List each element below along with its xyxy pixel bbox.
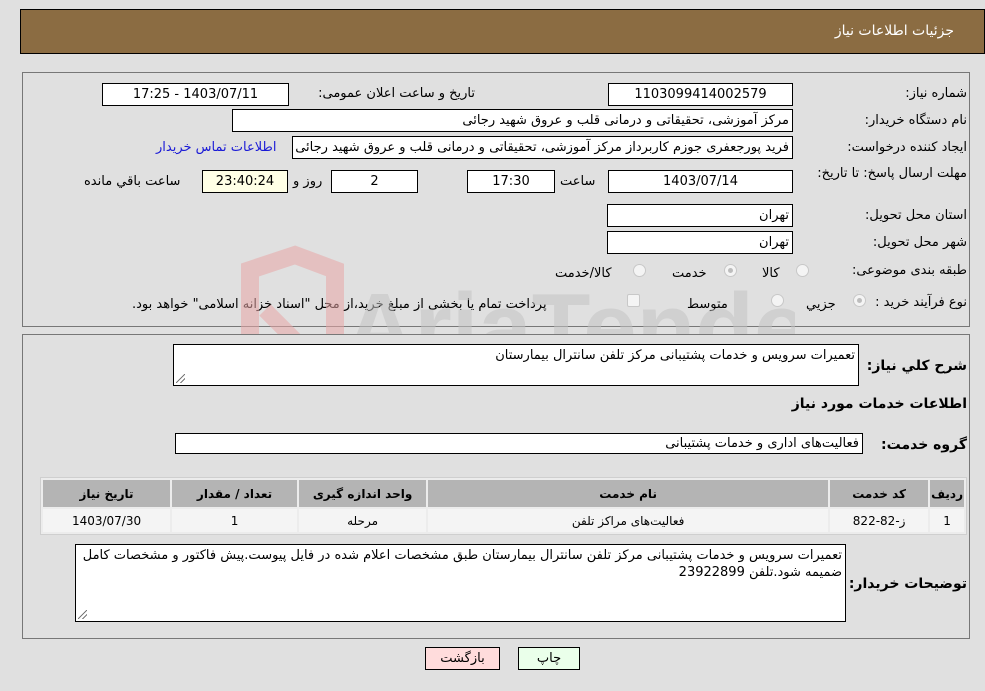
col-header-service-code: کد خدمت — [830, 480, 929, 507]
col-header-service-name: نام خدمت — [428, 480, 829, 507]
summary-textarea[interactable]: تعمیرات سرویس و خدمات پشتیبانی مرکز تلفن… — [173, 344, 859, 386]
purchase-option-minor: جزيي — [806, 297, 836, 312]
announce-datetime-field: 1403/07/11 - 17:25 — [102, 83, 289, 106]
deadline-date-field: 1403/07/14 — [608, 170, 793, 193]
requester-label: ایجاد کننده درخواست: — [847, 140, 967, 155]
days-remaining-field: 2 — [331, 170, 418, 193]
services-table: ردیف کد خدمت نام خدمت واحد اندازه گیری ت… — [40, 477, 967, 535]
treasury-checkbox-label: پرداخت تمام یا بخشی از مبلغ خرید،از محل … — [132, 297, 547, 312]
category-label: طبقه بندی موضوعی: — [851, 263, 967, 278]
back-button[interactable]: بازگشت — [425, 647, 500, 670]
need-number-field: 1103099414002579 — [608, 83, 793, 106]
table-row: 1 ز-82-822 فعالیت‌های مراکز تلفن مرحله 1… — [43, 509, 964, 532]
table-header-row: ردیف کد خدمت نام خدمت واحد اندازه گیری ت… — [43, 480, 964, 507]
cell-unit: مرحله — [299, 509, 427, 532]
page-title: جزئیات اطلاعات نیاز — [834, 23, 954, 39]
service-group-label: گروه خدمت: — [881, 437, 967, 453]
cell-service-code: ز-82-822 — [830, 509, 929, 532]
cell-service-name: فعالیت‌های مراکز تلفن — [428, 509, 829, 532]
cell-quantity: 1 — [172, 509, 298, 532]
category-radio-service[interactable] — [724, 264, 737, 277]
time-remaining-label: ساعت باقي مانده — [84, 174, 181, 189]
print-button[interactable]: چاپ — [518, 647, 580, 670]
purchase-option-medium: متوسط — [687, 297, 728, 312]
category-radio-goods-service[interactable] — [633, 264, 646, 277]
col-header-row-num: ردیف — [930, 480, 964, 507]
category-radio-goods[interactable] — [796, 264, 809, 277]
cell-need-date: 1403/07/30 — [43, 509, 171, 532]
province-label: استان محل تحویل: — [865, 208, 967, 223]
summary-label: شرح کلي نیاز: — [866, 358, 967, 374]
col-header-quantity: تعداد / مقدار — [172, 480, 298, 507]
days-label: روز و — [293, 174, 323, 189]
col-header-unit: واحد اندازه گیری — [299, 480, 427, 507]
buyer-notes-label: توضیحات خریدار: — [848, 576, 967, 592]
city-label: شهر محل تحویل: — [872, 235, 967, 250]
category-option-service: خدمت — [672, 266, 707, 281]
resize-grip-icon[interactable] — [78, 610, 87, 619]
page-header: جزئیات اطلاعات نیاز — [20, 9, 985, 54]
service-group-field: فعالیت‌های اداری و خدمات پشتیبانی — [175, 433, 863, 454]
cell-row-num: 1 — [930, 509, 964, 532]
treasury-checkbox[interactable] — [627, 294, 640, 307]
buyer-notes-textarea[interactable]: تعمیرات سرویس و خدمات پشتیبانی مرکز تلفن… — [75, 544, 846, 622]
purchase-radio-minor[interactable] — [853, 294, 866, 307]
deadline-time-field: 17:30 — [467, 170, 555, 193]
buyer-notes-text: تعمیرات سرویس و خدمات پشتیبانی مرکز تلفن… — [82, 548, 842, 580]
province-field: تهران — [607, 204, 793, 227]
requester-field: فرید پورجعفری جوزم کاربرداز مرکز آموزشی،… — [292, 136, 793, 159]
services-section-title: اطلاعات خدمات مورد نیاز — [791, 396, 967, 412]
time-remaining-field: 23:40:24 — [202, 170, 288, 193]
summary-text: تعمیرات سرویس و خدمات پشتیبانی مرکز تلفن… — [495, 348, 855, 363]
buyer-contact-link[interactable]: اطلاعات تماس خریدار — [156, 140, 276, 155]
buyer-org-label: نام دستگاه خریدار: — [864, 113, 967, 128]
buyer-org-field: مرکز آموزشی، تحقیقاتی و درمانی قلب و عرو… — [232, 109, 793, 132]
deadline-label: مهلت ارسال پاسخ: تا تاریخ: — [817, 166, 967, 181]
resize-grip-icon[interactable] — [176, 374, 185, 383]
col-header-need-date: تاریخ نیاز — [43, 480, 171, 507]
announce-datetime-label: تاریخ و ساعت اعلان عمومی: — [318, 86, 475, 101]
category-option-goods: کالا — [762, 266, 780, 281]
purchase-type-label: نوع فرآیند خرید : — [875, 295, 967, 310]
need-number-label: شماره نیاز: — [905, 86, 967, 101]
category-option-goods-service: کالا/خدمت — [555, 266, 612, 281]
city-field: تهران — [607, 231, 793, 254]
purchase-radio-medium[interactable] — [771, 294, 784, 307]
deadline-time-label: ساعت — [560, 174, 596, 189]
